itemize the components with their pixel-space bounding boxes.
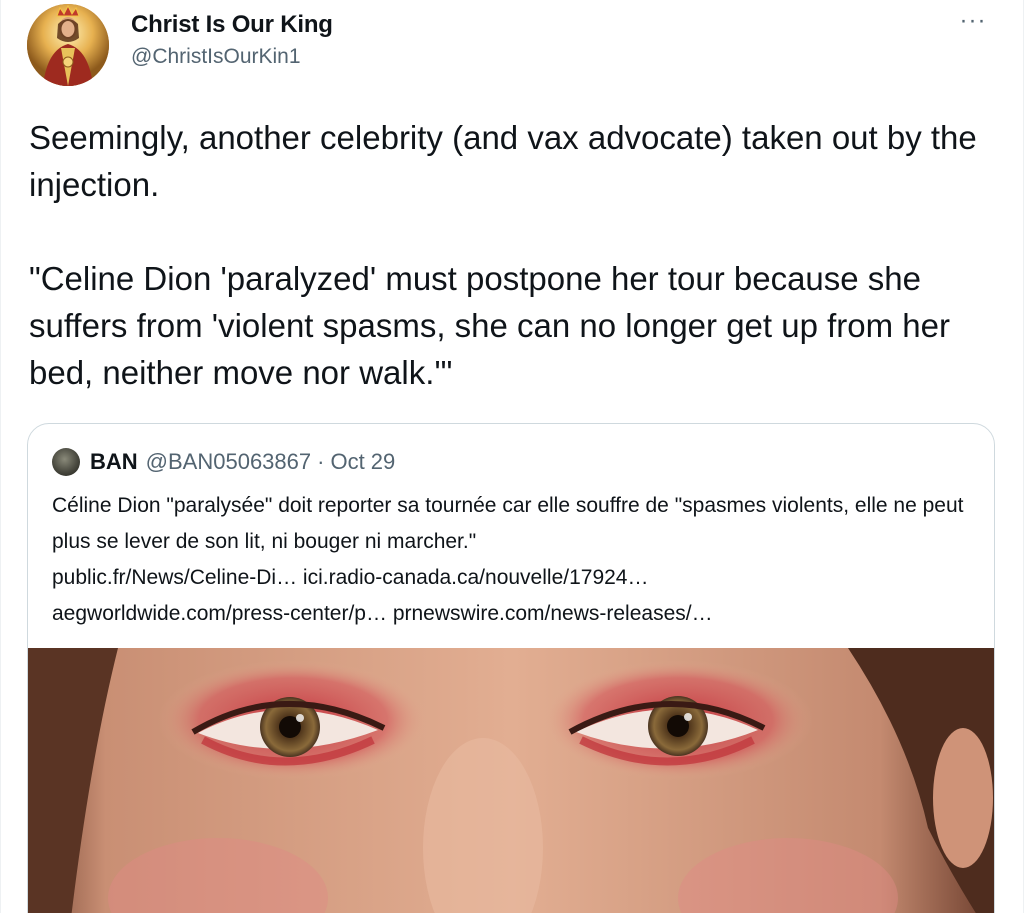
tweet-text: Seemingly, another celebrity (and vax ad…: [29, 114, 999, 396]
link-prnewswire[interactable]: prnewswire.com/news-releases/…: [393, 602, 713, 625]
quoted-date: Oct 29: [330, 449, 396, 474]
tweet-paragraph-1: Seemingly, another celebrity (and vax ad…: [29, 119, 977, 203]
tweet-paragraph-2: "Celine Dion 'paralyzed' must postpone h…: [29, 260, 950, 391]
quoted-text-body: Céline Dion "paralysée" doit reporter sa…: [52, 494, 964, 553]
tweet-header: Christ Is Our King @ChristIsOurKin1 ···: [27, 4, 997, 88]
author-names: Christ Is Our King @ChristIsOurKin1: [131, 10, 333, 72]
quoted-tweet-header: BAN @BAN05063867 · Oct 29: [52, 446, 395, 478]
quoted-author-name: BAN: [90, 449, 138, 474]
quoted-separator: ·: [317, 449, 325, 474]
quoted-tweet[interactable]: BAN @BAN05063867 · Oct 29 Céline Dion "p…: [27, 423, 995, 913]
tweet-card: Christ Is Our King @ChristIsOurKin1 ··· …: [0, 0, 1024, 913]
quoted-tweet-text: Céline Dion "paralysée" doit reporter sa…: [52, 488, 972, 632]
more-options-icon[interactable]: ···: [955, 9, 991, 36]
eyes-photo-image: [28, 648, 994, 913]
quoted-author-handle: @BAN05063867: [145, 449, 312, 474]
avatar-image-icon: [27, 4, 109, 86]
author-display-name[interactable]: Christ Is Our King: [131, 10, 333, 40]
quoted-links-row-1: public.fr/News/Celine-Di… ici.radio-cana…: [52, 560, 972, 596]
author-avatar[interactable]: [27, 4, 109, 86]
author-handle[interactable]: @ChristIsOurKin1: [131, 42, 333, 72]
link-radio-canada[interactable]: ici.radio-canada.ca/nouvelle/17924…: [303, 566, 649, 589]
quoted-links-row-2: aegworldwide.com/press-center/p… prnewsw…: [52, 596, 972, 632]
quoted-author-avatar: [52, 448, 80, 476]
link-aegworldwide[interactable]: aegworldwide.com/press-center/p…: [52, 602, 387, 625]
quoted-media-photo[interactable]: [28, 648, 994, 913]
link-public-fr[interactable]: public.fr/News/Celine-Di…: [52, 566, 297, 589]
